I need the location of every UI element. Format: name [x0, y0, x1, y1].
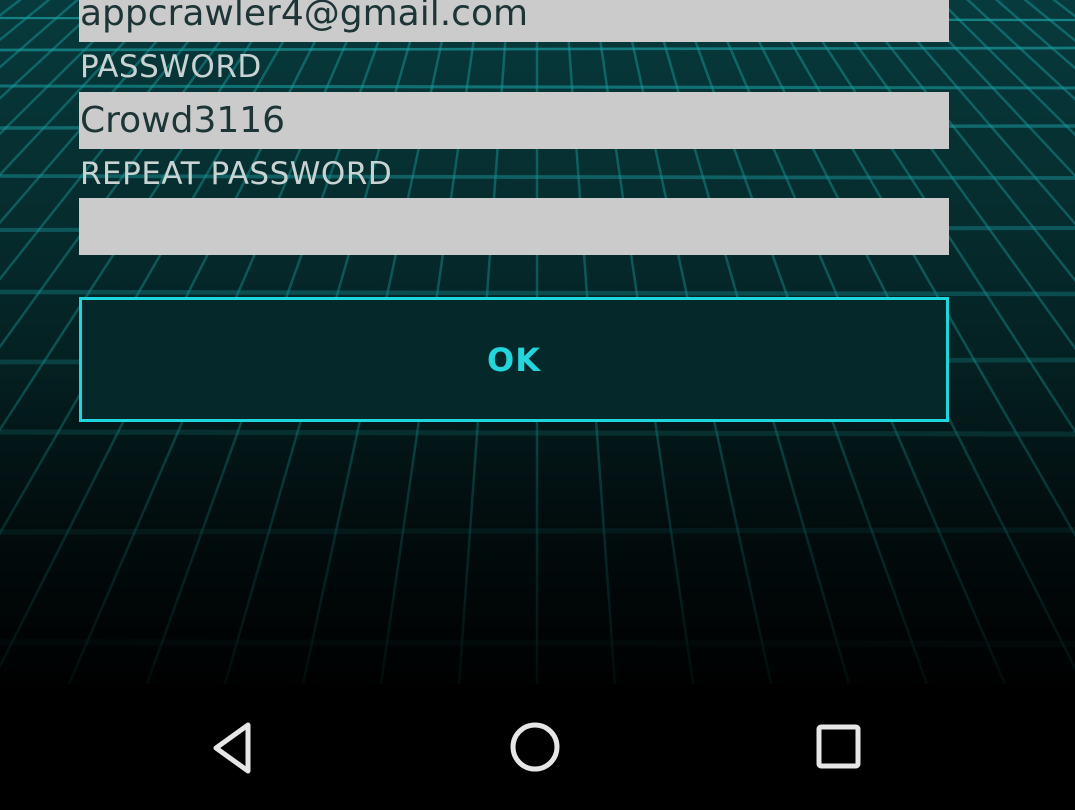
back-button[interactable] [153, 684, 313, 810]
screen: PASSWORD REPEAT PASSWORD OK [0, 0, 1075, 810]
back-triangle-icon [213, 722, 251, 774]
navigation-bar [0, 684, 1075, 810]
home-circle-icon [510, 722, 560, 772]
home-button[interactable] [455, 684, 615, 810]
email-field[interactable] [79, 0, 949, 42]
repeat-password-field[interactable] [79, 198, 949, 255]
recents-square-icon [816, 724, 861, 769]
password-label: PASSWORD [80, 49, 262, 85]
recents-button[interactable] [759, 684, 919, 810]
repeat-password-label: REPEAT PASSWORD [80, 156, 393, 192]
ok-button[interactable]: OK [79, 297, 949, 422]
password-field[interactable] [79, 92, 949, 149]
